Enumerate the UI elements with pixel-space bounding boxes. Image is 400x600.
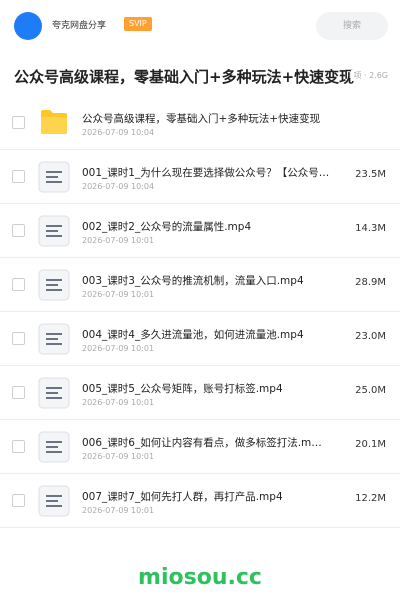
file-name: 001_课时1_为什么现在要选择做公众号？【公众号…: [82, 167, 330, 179]
list-item[interactable]: 004_课时4_多久进流量池，如何进流量池.mp4 2026-07-09 10:…: [0, 312, 400, 366]
list-item[interactable]: 003_课时3_公众号的推流机制，流量入口.mp4 2026-07-09 10:…: [0, 258, 400, 312]
file-date: 2026-07-09 10:01: [82, 398, 155, 407]
footer: miosou.cc: [0, 556, 400, 600]
file-date: 2026-07-09 10:01: [82, 452, 155, 461]
folder-icon: [41, 110, 67, 134]
file-name: 002_课时2_公众号的流量属性.mp4: [82, 221, 252, 233]
document-icon: [38, 215, 70, 247]
file-date: 2026-07-09 10:04: [82, 182, 155, 191]
file-size: 20.1M: [355, 439, 386, 450]
file-date: 2026-07-09 10:01: [82, 506, 155, 515]
avatar[interactable]: [14, 12, 42, 40]
document-icon: [38, 431, 70, 463]
list-item[interactable]: 005_课时5_公众号矩阵，账号打标签.mp4 2026-07-09 10:01…: [0, 366, 400, 420]
document-icon: [38, 323, 70, 355]
file-name: 004_课时4_多久进流量池，如何进流量池.mp4: [82, 329, 304, 341]
folder-title-row: 公众号高级课程，零基础入门+多种玩法+快速变现 项 · 2.6G: [0, 60, 400, 92]
list-item[interactable]: 001_课时1_为什么现在要选择做公众号？【公众号… 2026-07-09 10…: [0, 150, 400, 204]
file-name: 公众号高级课程，零基础入门+多种玩法+快速变现: [82, 113, 321, 125]
share-name: 夸克网盘分享: [52, 21, 107, 31]
document-icon: [38, 377, 70, 409]
share-page: 夸克网盘分享 SVIP 公众号高级课程，零基础入门+多种玩法+快速变现 项 · …: [0, 0, 400, 600]
file-size: 25.0M: [355, 385, 386, 396]
list-item[interactable]: 002_课时2_公众号的流量属性.mp4 2026-07-09 10:01 14…: [0, 204, 400, 258]
file-name: 006_课时6_如何让内容有看点，做多标签打法.m…: [82, 437, 322, 449]
checkbox[interactable]: [12, 116, 25, 129]
file-size: 14.3M: [355, 223, 386, 234]
list-item[interactable]: 公众号高级课程，零基础入门+多种玩法+快速变现 2026-07-09 10:04: [0, 96, 400, 150]
file-date: 2026-07-09 10:01: [82, 236, 155, 245]
checkbox[interactable]: [12, 278, 25, 291]
document-icon: [38, 485, 70, 517]
file-name: 007_课时7_如何先打人群，再打产品.mp4: [82, 491, 283, 503]
folder-meta: 项 · 2.6G: [351, 70, 388, 81]
checkbox[interactable]: [12, 386, 25, 399]
checkbox[interactable]: [12, 170, 25, 183]
header: 夸克网盘分享 SVIP: [0, 0, 400, 52]
checkbox[interactable]: [12, 494, 25, 507]
checkbox[interactable]: [12, 440, 25, 453]
file-date: 2026-07-09 10:01: [82, 290, 155, 299]
document-icon: [38, 161, 70, 193]
file-name: 003_课时3_公众号的推流机制，流量入口.mp4: [82, 275, 304, 287]
file-size: 28.9M: [355, 277, 386, 288]
file-date: 2026-07-09 10:04: [82, 128, 155, 137]
file-size: 23.0M: [355, 331, 386, 342]
checkbox[interactable]: [12, 224, 25, 237]
list-item[interactable]: 006_课时6_如何让内容有看点，做多标签打法.m… 2026-07-09 10…: [0, 420, 400, 474]
file-date: 2026-07-09 10:01: [82, 344, 155, 353]
svip-badge: SVIP: [124, 17, 152, 31]
checkbox[interactable]: [12, 332, 25, 345]
file-size: 12.2M: [355, 493, 386, 504]
watermark: miosou.cc: [138, 565, 262, 590]
file-name: 005_课时5_公众号矩阵，账号打标签.mp4: [82, 383, 283, 395]
list-item[interactable]: 007_课时7_如何先打人群，再打产品.mp4 2026-07-09 10:01…: [0, 474, 400, 528]
page-title: 公众号高级课程，零基础入门+多种玩法+快速变现: [14, 68, 355, 86]
file-size: 23.5M: [355, 169, 386, 180]
search-input[interactable]: [316, 12, 388, 40]
document-icon: [38, 269, 70, 301]
